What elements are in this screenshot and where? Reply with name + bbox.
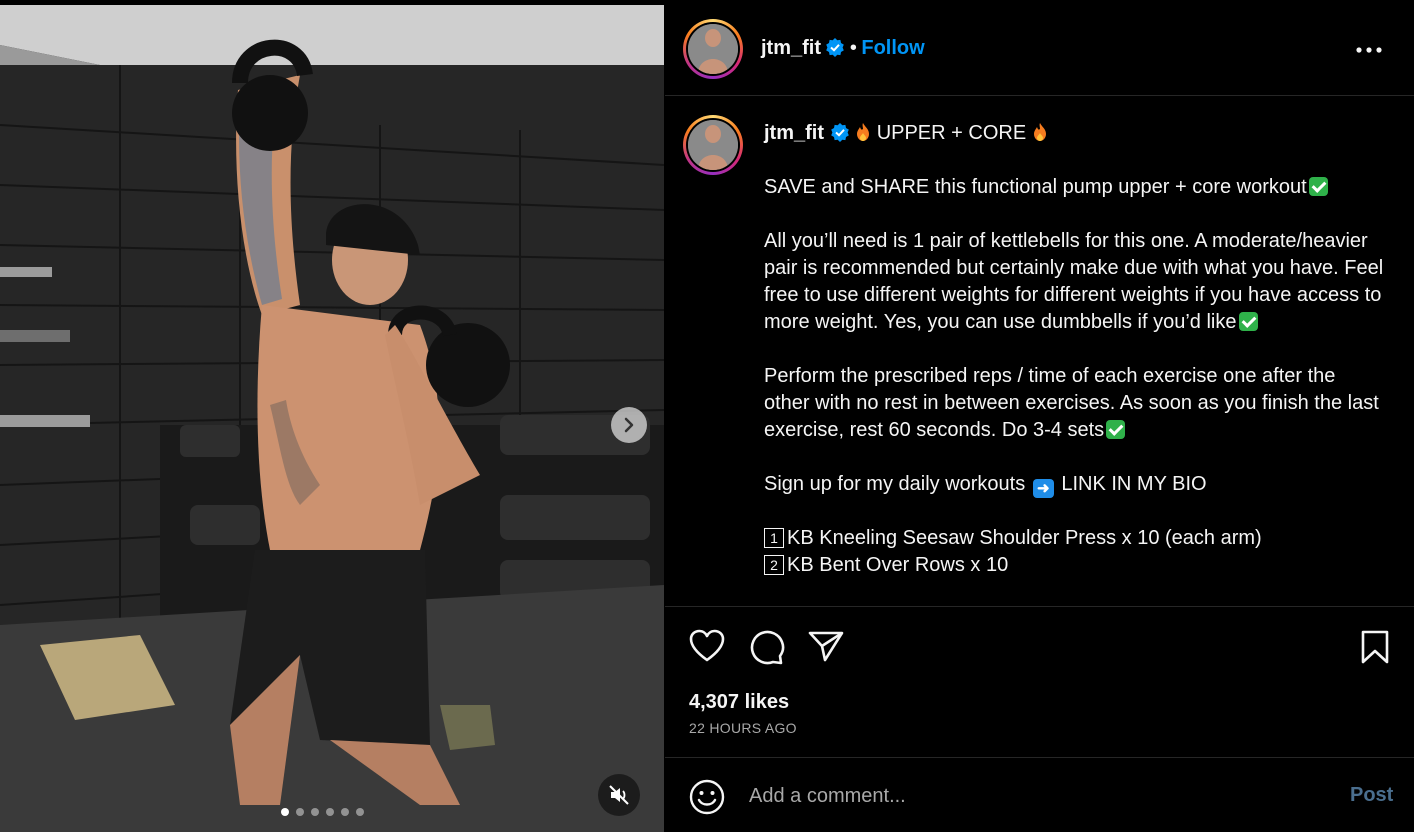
post-header: jtm_fit • Follow xyxy=(665,0,1414,96)
caption-body: SAVE and SHARE this functional pump uppe… xyxy=(764,174,1384,579)
avatar-image xyxy=(688,24,738,74)
author-avatar[interactable] xyxy=(683,19,743,79)
verified-badge-icon xyxy=(830,123,849,142)
emoji-smiley-icon[interactable] xyxy=(689,779,725,815)
fire-icon xyxy=(1033,123,1046,141)
exercise-number: 1 xyxy=(764,528,784,548)
exercise-number: 2 xyxy=(764,555,784,575)
caption-username[interactable]: jtm_fit xyxy=(764,122,824,144)
caption-title: UPPER + CORE xyxy=(876,122,1027,144)
check-mark-icon xyxy=(1106,420,1126,439)
post-details-panel: jtm_fit • Follow jtm_fit UPPER + CORE SA… xyxy=(665,0,1414,832)
speaker-muted-icon xyxy=(609,785,629,805)
exercise-text: KB Kneeling Seesaw Shoulder Press x 10 (… xyxy=(787,527,1262,549)
like-heart-icon[interactable] xyxy=(689,629,725,663)
author-username[interactable]: jtm_fit xyxy=(761,37,821,59)
carousel-dot xyxy=(296,808,304,816)
carousel-dot xyxy=(311,808,319,816)
mute-toggle-button[interactable] xyxy=(598,774,640,816)
comment-input[interactable] xyxy=(749,781,1309,811)
bookmark-save-icon[interactable] xyxy=(1360,629,1390,665)
carousel-dot xyxy=(326,808,334,816)
follow-button[interactable]: Follow xyxy=(861,37,924,59)
comment-bubble-icon[interactable] xyxy=(749,629,785,665)
post-comment-button[interactable]: Post xyxy=(1350,784,1393,807)
caption-signup-text: Sign up for my daily workouts xyxy=(764,473,1026,495)
post-media[interactable] xyxy=(0,5,664,832)
like-count[interactable]: 4,307 likes xyxy=(689,691,789,714)
share-send-icon[interactable] xyxy=(808,629,844,663)
header-separator: • xyxy=(849,37,857,59)
arrow-right-icon: ➜ xyxy=(1032,479,1054,498)
exercise-item: 1 KB Kneeling Seesaw Shoulder Press x 10 … xyxy=(764,525,1384,552)
exercise-item: 2 KB Bent Over Rows x 10 xyxy=(764,552,1384,579)
next-slide-button[interactable] xyxy=(611,407,647,443)
verified-badge-icon xyxy=(826,38,845,57)
avatar-image xyxy=(688,120,738,170)
post-actions: 4,307 likes 22 HOURS AGO xyxy=(665,606,1414,758)
exercise-text: KB Bent Over Rows x 10 xyxy=(787,554,1009,576)
workout-photo xyxy=(0,5,664,832)
carousel-indicator xyxy=(281,808,364,816)
caption-area[interactable]: jtm_fit UPPER + CORE SAVE and SHARE this… xyxy=(665,96,1414,606)
comment-composer: Post xyxy=(665,757,1414,832)
check-mark-icon xyxy=(1238,312,1258,331)
caption-paragraph-instructions: Perform the prescribed reps / time of ea… xyxy=(764,365,1379,441)
caption-signup-link: LINK IN MY BIO xyxy=(1061,473,1207,495)
more-options-icon[interactable] xyxy=(1352,36,1386,64)
caption-line-save-share: SAVE and SHARE this functional pump uppe… xyxy=(764,176,1307,198)
carousel-dot xyxy=(341,808,349,816)
carousel-dot xyxy=(356,808,364,816)
fire-icon xyxy=(857,123,870,141)
chevron-right-icon xyxy=(624,417,634,433)
caption-paragraph-equipment: All you’ll need is 1 pair of kettlebells… xyxy=(764,230,1384,333)
caption-author-avatar[interactable] xyxy=(683,115,743,175)
carousel-dot xyxy=(281,808,289,816)
post-timestamp[interactable]: 22 HOURS AGO xyxy=(689,720,797,736)
check-mark-icon xyxy=(1308,177,1328,196)
